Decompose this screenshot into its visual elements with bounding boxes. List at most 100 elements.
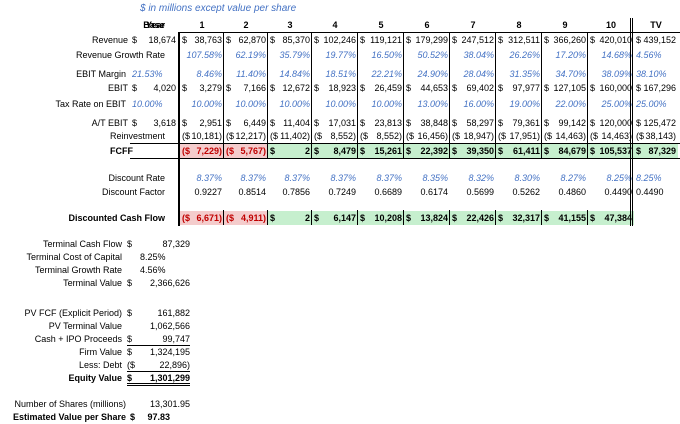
ebit-year-7: $69,402	[452, 83, 494, 93]
atebit-year-8: $79,361	[498, 118, 540, 128]
disc_factor-year-1: 0.9227	[194, 187, 222, 197]
ebit-year-6: $44,653	[406, 83, 448, 93]
disc_rate-year-6: 8.35%	[422, 173, 448, 183]
ebit_margin-year-2: 11.40%	[236, 69, 266, 79]
base-divider-2	[179, 32, 180, 226]
atebit-year-4: $17,031	[314, 118, 356, 128]
disc_factor-year-9: 0.4860	[558, 187, 586, 197]
tax-year-2: 10.00%	[235, 99, 266, 109]
summary-label: Equity Value	[68, 373, 122, 383]
year-header-tv: TV	[650, 20, 662, 30]
ebit_margin-year-10: 38.09%	[601, 69, 632, 79]
ebit-tv: $167,296	[636, 83, 676, 93]
revenue-year-5: $119,121	[360, 35, 402, 45]
growth-year-8: 26.26%	[509, 50, 540, 60]
reinv-year-1: ($ 10,181)	[182, 131, 222, 141]
dcf-year-3: $2	[270, 213, 310, 223]
ebit-year-4: $18,923	[314, 83, 356, 93]
summary-label: PV Terminal Value	[48, 321, 122, 331]
summary-value: $161,882	[127, 308, 190, 318]
dcf-divider	[587, 210, 588, 225]
equity-double-underline-2	[127, 385, 190, 386]
ebit_margin-year-9: 34.70%	[555, 69, 586, 79]
year-header-2: 2	[243, 20, 249, 30]
summary-label: Terminal Cash Flow	[42, 239, 122, 249]
revenue-year-10: $420,010	[590, 35, 632, 45]
ebit_margin-label: EBIT Margin	[76, 69, 126, 79]
year-divider	[357, 32, 358, 158]
fcff-top-border	[130, 143, 680, 144]
reinv-year-8: ($ 17,951)	[498, 131, 540, 141]
ebit_margin-year-1: 8.46%	[196, 69, 222, 79]
disc_factor-year-5: 0.6689	[374, 187, 402, 197]
tax-year-7: 16.00%	[463, 99, 494, 109]
disc_factor-year-2: 0.8514	[238, 187, 266, 197]
year-header-base: Base	[143, 20, 165, 30]
year-header-7: 7	[470, 20, 476, 30]
year-header-5: 5	[378, 20, 384, 30]
revenue-year-2: $62,870	[226, 35, 266, 45]
year-divider	[311, 32, 312, 158]
growth-year-1: 107.58%	[186, 50, 222, 60]
ebit-base: $4,020	[132, 83, 176, 93]
ebit-year-8: $97,977	[498, 83, 540, 93]
growth-tv: 4.56%	[636, 50, 662, 60]
dcf-year-5: $10,208	[360, 213, 402, 223]
revenue-year-1: $38,763	[182, 35, 222, 45]
disc_rate-year-9: 8.27%	[560, 173, 586, 183]
summary-label: Less: Debt	[78, 360, 122, 370]
growth-year-2: 62.19%	[235, 50, 266, 60]
fcff-year-5: $15,261	[360, 146, 402, 156]
disc_rate-year-5: 8.37%	[376, 173, 402, 183]
summary-label: Firm Value	[79, 347, 122, 357]
dcf-year-10: $47,384	[590, 213, 632, 223]
ebit-year-9: $127,105	[544, 83, 586, 93]
disc_factor-year-7: 0.5699	[466, 187, 494, 197]
fcff-year-8: $61,411	[498, 146, 540, 156]
tax-year-3: 10.00%	[279, 99, 310, 109]
reinv-year-2: ($ 12,217)	[226, 131, 266, 141]
summary-label: Terminal Value	[63, 278, 122, 288]
atebit-year-3: $11,404	[270, 118, 310, 128]
year-header-8: 8	[516, 20, 522, 30]
dcf-divider	[541, 210, 542, 225]
disc_factor-tv: 0.4490	[636, 187, 664, 197]
dcf-label: Discounted Cash Flow	[68, 213, 165, 223]
tax-base: 10.00%	[132, 99, 163, 109]
dcf-year-6: $13,824	[406, 213, 448, 223]
tax-year-4: 10.00%	[325, 99, 356, 109]
reinv-year-10: ($ 14,463)	[590, 131, 632, 141]
reinv-year-6: ($ 16,456)	[406, 131, 448, 141]
summary-value: $87,329	[127, 239, 190, 249]
reinv-year-4: ($ 8,552)	[314, 131, 356, 141]
disc_factor-year-3: 0.7856	[282, 187, 310, 197]
tax-year-9: 22.00%	[555, 99, 586, 109]
growth-year-9: 17.20%	[555, 50, 586, 60]
fcff-tv: $87,329	[636, 146, 676, 156]
tax-year-6: 13.00%	[417, 99, 448, 109]
header-underline	[178, 32, 680, 33]
dcf-divider	[449, 210, 450, 225]
tv-divider-2	[630, 18, 631, 226]
fcff-label: FCFF	[110, 146, 133, 156]
tv-divider	[632, 18, 633, 226]
fcff-year-10: $105,537	[590, 146, 632, 156]
summary-label: Number of Shares (millions)	[14, 399, 126, 409]
disc_rate-year-2: 8.37%	[240, 173, 266, 183]
ebit-year-2: $7,166	[226, 83, 266, 93]
atebit-tv: $125,472	[636, 118, 676, 128]
fcff-year-6: $22,392	[406, 146, 448, 156]
atebit-year-9: $99,142	[544, 118, 586, 128]
reinv-year-7: ($ 18,947)	[452, 131, 494, 141]
reinv-year-9: ($ 14,463)	[544, 131, 586, 141]
revenue-base: $18,674	[132, 35, 176, 45]
atebit-year-10: $120,000	[590, 118, 632, 128]
revenue-year-4: $102,246	[314, 35, 356, 45]
summary-value: $97.83	[130, 412, 170, 422]
tax-year-10: 25.00%	[601, 99, 632, 109]
fcff-bottom-border	[130, 158, 680, 159]
dcf-year-9: $41,155	[544, 213, 586, 223]
disc_rate-year-1: 8.37%	[196, 173, 222, 183]
fcff-year-4: $8,479	[314, 146, 356, 156]
atebit-year-7: $58,297	[452, 118, 494, 128]
